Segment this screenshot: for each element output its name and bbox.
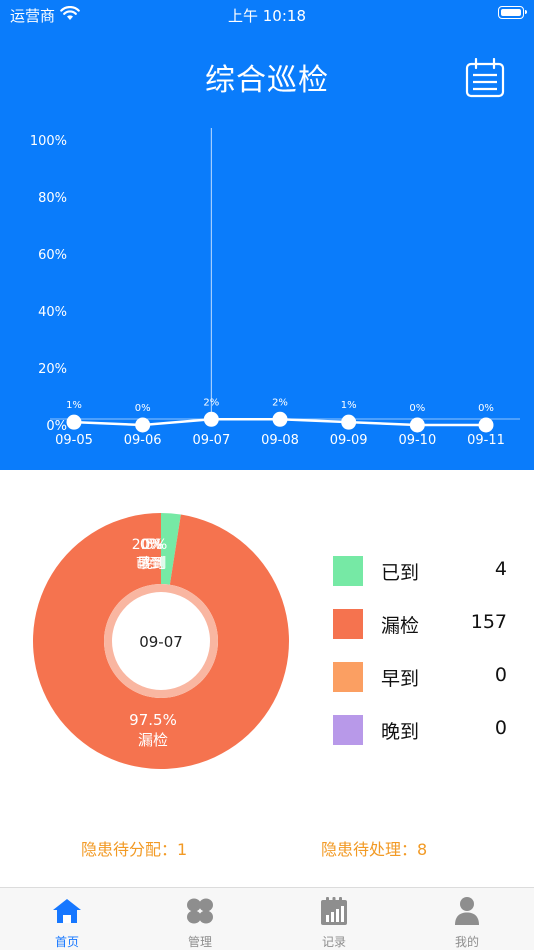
home-icon [53,899,81,923]
data-point [341,414,357,430]
hazard-pending-process-link[interactable]: 隐患待处理：8 [321,836,427,860]
calendar-button[interactable] [465,57,505,98]
legend: 已到 4 漏检 157 早到 0 晚到 0 [333,552,513,764]
calendar-icon [465,57,505,98]
y-tick-label: 80% [38,191,67,206]
y-tick-label: 20% [38,362,67,377]
slice-name-label: 晚到 [139,556,167,572]
tab-label: 记录 [321,935,346,949]
y-tick-label: 0% [46,419,67,434]
data-point [272,411,288,427]
donut-center-label: 09-07 [139,633,183,651]
hazard-summary: 隐患待分配：1 隐患待处理：8 [0,836,534,860]
profile-icon [455,897,479,925]
legend-value: 4 [494,558,507,580]
manage-icon [187,898,213,924]
battery-icon [498,6,527,19]
tab-manage[interactable]: 管理 [155,888,245,950]
x-tick-label: 09-11 [467,433,505,448]
data-label: 2% [272,397,288,408]
legend-item-arrived: 已到 4 [333,552,513,605]
tab-label: 首页 [54,935,79,949]
x-tick-label: 09-05 [55,433,93,448]
slice-name-label: 漏检 [138,731,168,749]
data-label: 1% [341,400,357,411]
data-point [203,411,219,427]
x-tick-label: 09-09 [330,433,368,448]
legend-label: 早到 [381,668,420,690]
legend-item-missed: 漏检 157 [333,605,513,658]
slice-percent-label: 0% [141,537,163,553]
legend-label: 漏检 [381,615,420,637]
slice-percent-label: 97.5% [129,711,177,729]
legend-value: 0 [494,664,507,686]
page-title: 综合巡检 [205,63,329,98]
donut-chart[interactable]: 09-0797.5%漏检2.5%已到0%早到0%晚到 [33,513,289,769]
x-tick-label: 09-07 [192,433,230,448]
legend-swatch [333,715,363,745]
x-tick-label: 09-08 [261,433,299,448]
legend-value: 157 [470,611,507,633]
app-screen: 运营商 上午 10:18 综合巡检 0% 20% 40% 60% 80% 100% 1% 09… [0,0,534,950]
tab-records[interactable]: 记录 [289,888,379,950]
status-bar: 运营商 上午 10:18 [0,0,534,30]
data-point [478,417,494,433]
tab-label: 我的 [454,935,479,949]
data-point [135,417,151,433]
legend-swatch [333,556,363,586]
records-icon [321,897,347,925]
line-chart[interactable]: 0%20%40%60%80%100%1%09-050%09-062%09-072… [0,120,534,460]
data-label: 2% [203,397,219,408]
legend-label: 已到 [381,562,420,584]
legend-item-early: 早到 0 [333,658,513,711]
tab-profile[interactable]: 我的 [422,888,512,950]
legend-label: 晚到 [381,721,420,743]
data-label: 1% [66,400,82,411]
data-label: 0% [135,403,151,414]
hazard-pending-assign-link[interactable]: 隐患待分配：1 [81,836,187,860]
tab-home[interactable]: 首页 [22,888,112,950]
header-panel: 运营商 上午 10:18 综合巡检 0% 20% 40% 60% 80% 100% 1% 09… [0,0,534,470]
x-tick-label: 09-06 [124,433,162,448]
tab-bar: 首页 管理 记录 我的 [0,887,534,950]
data-label: 0% [409,403,425,414]
legend-value: 0 [494,717,507,739]
y-tick-label: 40% [38,305,67,320]
y-tick-label: 60% [38,248,67,263]
legend-swatch [333,662,363,692]
data-point [409,417,425,433]
tab-label: 管理 [187,935,212,949]
legend-item-late: 晚到 0 [333,711,513,764]
data-label: 0% [478,403,494,414]
legend-swatch [333,609,363,639]
data-point [66,414,82,430]
clock-label: 上午 10:18 [228,7,306,25]
x-tick-label: 09-10 [398,433,436,448]
y-tick-label: 100% [30,134,67,149]
